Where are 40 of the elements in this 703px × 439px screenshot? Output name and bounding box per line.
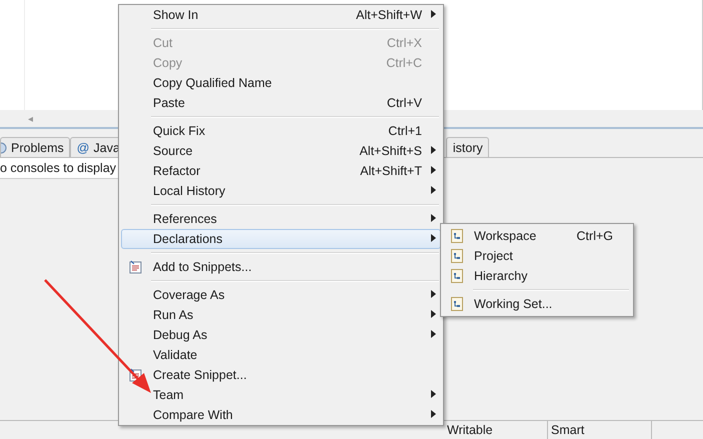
submenu-arrow-icon	[430, 186, 436, 194]
snippet-icon	[129, 260, 143, 274]
submenu-arrow-icon	[430, 330, 436, 338]
menu-item[interactable]: Validate	[121, 345, 441, 365]
menu-item[interactable]: Refactor Alt+Shift+T	[121, 161, 441, 181]
at-icon: @	[76, 140, 90, 154]
menu-item[interactable]: Declarations	[121, 229, 441, 249]
document-icon	[451, 249, 463, 263]
submenu-arrow-icon	[430, 10, 436, 18]
submenu-arrow-icon	[430, 410, 436, 418]
document-icon	[451, 269, 463, 283]
submenu-arrow-icon	[430, 390, 436, 398]
menu-item[interactable]: Team	[121, 385, 441, 405]
submenu-arrow-icon	[430, 234, 436, 242]
submenu-arrow-icon	[430, 166, 436, 174]
menu-item[interactable]: Debug As	[121, 325, 441, 345]
menu-item[interactable]: Hierarchy	[443, 266, 631, 286]
menu-item[interactable]: Working Set...	[443, 294, 631, 314]
menu-item[interactable]: Workspace Ctrl+G	[443, 226, 631, 246]
menu-item[interactable]: Project	[443, 246, 631, 266]
menu-item[interactable]: Paste Ctrl+V	[121, 93, 441, 113]
menu-item[interactable]: Coverage As	[121, 285, 441, 305]
submenu-arrow-icon	[430, 214, 436, 222]
submenu-arrow-icon	[430, 290, 436, 298]
menu-item[interactable]: Copy Qualified Name	[121, 73, 441, 93]
menu-item[interactable]: Compare With	[121, 405, 441, 425]
menu-item[interactable]: Show In Alt+Shift+W	[121, 5, 441, 25]
menu-item[interactable]: Add to Snippets...	[121, 257, 441, 277]
view-tab[interactable]: Problems	[0, 137, 70, 157]
document-icon	[451, 297, 463, 311]
menu-item[interactable]: References	[121, 209, 441, 229]
document-icon	[451, 229, 463, 243]
view-tab[interactable]: istory	[446, 137, 489, 157]
submenu-arrow-icon	[430, 310, 436, 318]
status-field: Smart	[548, 421, 652, 439]
problems-icon	[1, 140, 7, 154]
menu-item[interactable]: Run As	[121, 305, 441, 325]
console-message: o consoles to display	[0, 158, 120, 179]
menu-item[interactable]: Local History	[121, 181, 441, 201]
submenu-arrow-icon	[430, 146, 436, 154]
